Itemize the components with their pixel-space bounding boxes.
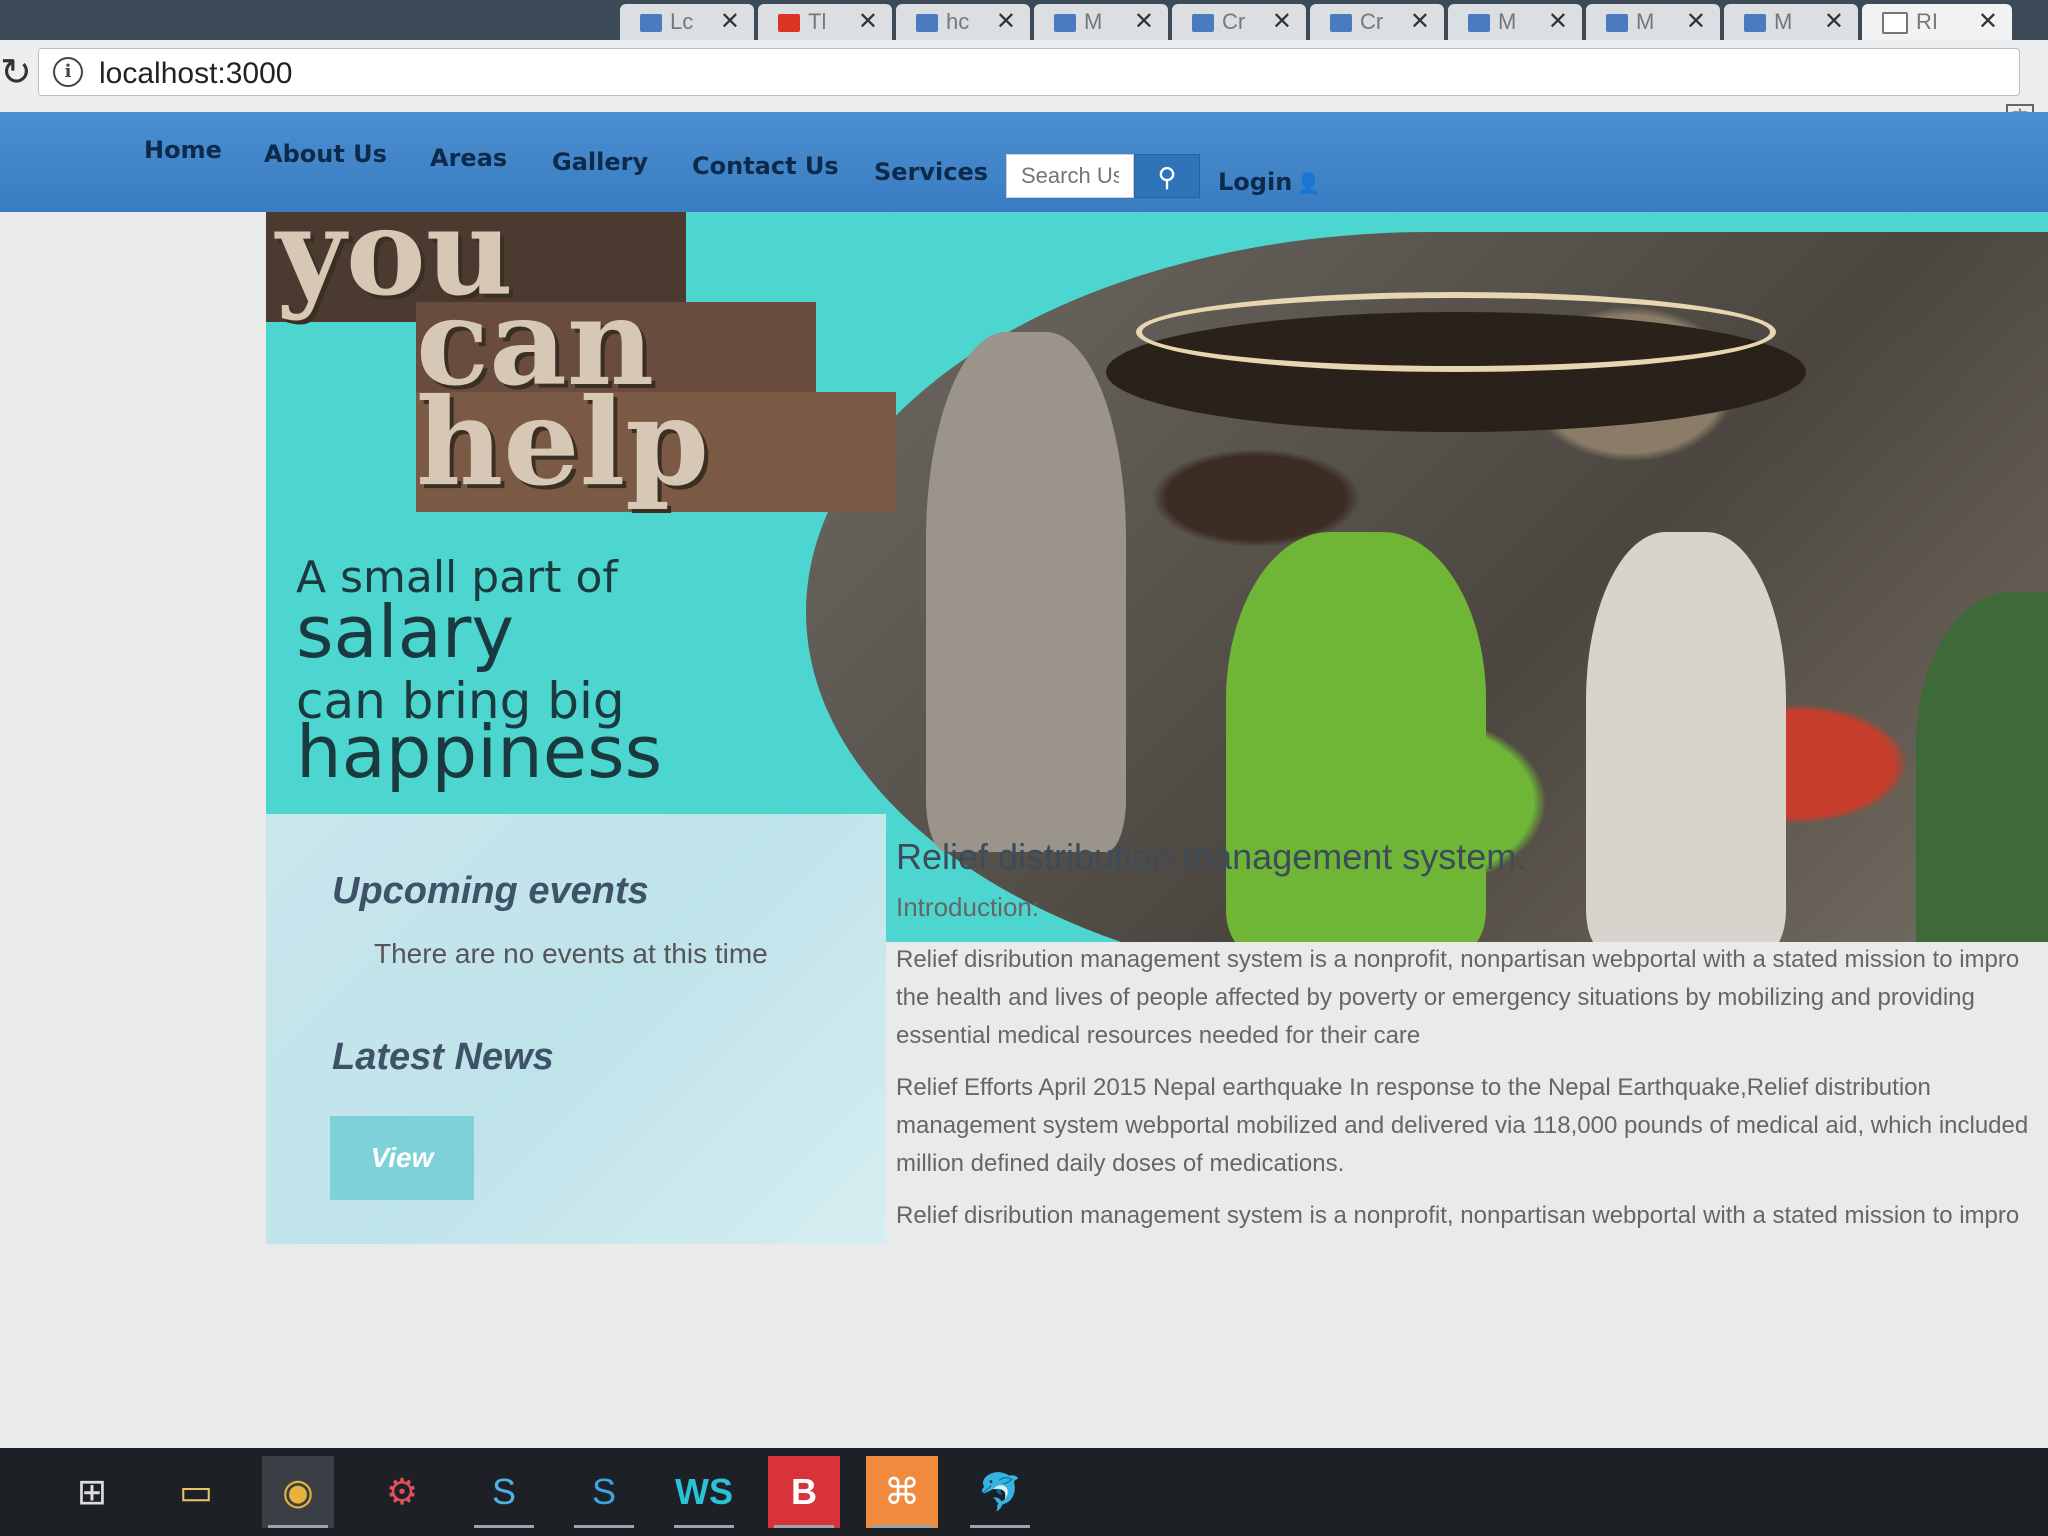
browser-tab[interactable]: M ✕ bbox=[1448, 4, 1582, 40]
mysql-icon bbox=[1192, 14, 1214, 33]
browser-tab-strip: Lc ✕ Tl ✕ hc ✕ M ✕ Cr ✕ Cr ✕ M ✕ M ✕ M ✕ RI ✕ bbox=[0, 0, 2048, 40]
browser-tab[interactable]: Lc ✕ bbox=[620, 4, 754, 40]
webstorm-icon[interactable]: WS bbox=[668, 1456, 740, 1528]
browser-tab[interactable]: RI ✕ bbox=[1862, 4, 2012, 40]
nav-areas[interactable]: Areas bbox=[430, 144, 507, 172]
latest-news-heading: Latest News bbox=[332, 1036, 554, 1078]
close-icon[interactable]: ✕ bbox=[1272, 4, 1292, 40]
upcoming-events-heading: Upcoming events bbox=[332, 870, 649, 912]
search-button[interactable]: ⚲ bbox=[1134, 154, 1200, 198]
paragraph-line: Relief Efforts April 2015 Nepal earthqua… bbox=[896, 1074, 1931, 1101]
settings-app-icon[interactable]: ⚙ bbox=[366, 1456, 438, 1528]
chrome-icon[interactable]: ◉ bbox=[262, 1456, 334, 1528]
browser-tab[interactable]: M ✕ bbox=[1034, 4, 1168, 40]
tagline-line: happiness bbox=[296, 710, 663, 794]
brackets-icon[interactable]: B bbox=[768, 1456, 840, 1528]
paragraph-line: the health and lives of people affected … bbox=[896, 984, 1975, 1011]
paragraph-line: Relief disribution management system is … bbox=[896, 1202, 2020, 1229]
mysql-icon bbox=[1606, 14, 1628, 33]
mysql-icon bbox=[1744, 14, 1766, 33]
sidebar-panel: Upcoming events There are no events at t… bbox=[266, 814, 886, 1244]
browser-tab[interactable]: Cr ✕ bbox=[1172, 4, 1306, 40]
close-icon[interactable]: ✕ bbox=[996, 4, 1016, 40]
browser-tab[interactable]: M ✕ bbox=[1724, 4, 1858, 40]
paragraph-line: essential medical resources needed for t… bbox=[896, 1022, 1421, 1049]
document-icon bbox=[1882, 12, 1908, 35]
browser-tab[interactable]: Cr ✕ bbox=[1310, 4, 1444, 40]
mysql-icon bbox=[1054, 14, 1076, 33]
mysql-workbench-icon[interactable]: 🐬 bbox=[964, 1456, 1036, 1528]
skype-business-icon[interactable]: S bbox=[568, 1456, 640, 1528]
close-icon[interactable]: ✕ bbox=[1824, 4, 1844, 40]
browser-tab[interactable]: M ✕ bbox=[1586, 4, 1720, 40]
close-icon[interactable]: ✕ bbox=[1548, 4, 1568, 40]
close-icon[interactable]: ✕ bbox=[1686, 4, 1706, 40]
info-icon[interactable]: i bbox=[53, 57, 83, 87]
site-navbar: Home About Us Areas Gallery Contact Us S… bbox=[0, 112, 2048, 212]
close-icon[interactable]: ✕ bbox=[720, 4, 740, 40]
nav-gallery[interactable]: Gallery bbox=[552, 148, 648, 176]
paragraph: Relief Efforts April 2015 Nepal earthqua… bbox=[896, 1069, 2046, 1183]
url-field[interactable]: i localhost:3000 bbox=[38, 48, 2020, 96]
tab-favicon-icon bbox=[916, 14, 938, 33]
file-explorer-icon[interactable]: ▭ bbox=[160, 1456, 232, 1528]
content-title: Relief distribution management system. bbox=[896, 836, 1527, 877]
sublime-icon[interactable]: ⌘ bbox=[866, 1456, 938, 1528]
hero-logo-word: help bbox=[416, 372, 710, 513]
tagline-line: salary bbox=[296, 590, 514, 674]
intro-label: Introduction: bbox=[896, 892, 1040, 922]
close-icon[interactable]: ✕ bbox=[1410, 4, 1430, 40]
no-events-text: There are no events at this time bbox=[374, 938, 768, 969]
url-text: localhost:3000 bbox=[99, 57, 293, 90]
windows-start-icon[interactable]: ⊞ bbox=[56, 1456, 128, 1528]
youtube-icon bbox=[778, 14, 800, 33]
close-icon[interactable]: ✕ bbox=[1978, 4, 1998, 40]
search-input[interactable] bbox=[1006, 154, 1134, 198]
paragraph-line: million defined daily doses of medicatio… bbox=[896, 1150, 1345, 1177]
browser-tab[interactable]: hc ✕ bbox=[896, 4, 1030, 40]
main-content: Relief distribution management system. I… bbox=[896, 836, 2046, 1249]
nav-home[interactable]: Home bbox=[144, 136, 222, 164]
nav-services[interactable]: Services bbox=[874, 158, 988, 186]
mysql-icon bbox=[1330, 14, 1352, 33]
hero-logo: you can help bbox=[266, 212, 906, 513]
user-icon: 👤 bbox=[1296, 171, 1322, 195]
browser-tab[interactable]: Tl ✕ bbox=[758, 4, 892, 40]
tab-favicon-icon bbox=[640, 14, 662, 33]
paragraph-line: management system webportal mobilized an… bbox=[896, 1112, 2029, 1139]
skype-icon[interactable]: S bbox=[468, 1456, 540, 1528]
nav-contact-us[interactable]: Contact Us bbox=[692, 152, 839, 180]
mysql-icon bbox=[1468, 14, 1490, 33]
nav-about-us[interactable]: About Us bbox=[264, 140, 387, 168]
close-icon[interactable]: ✕ bbox=[858, 4, 878, 40]
reload-icon[interactable]: ↻ bbox=[0, 50, 32, 95]
login-link[interactable]: Login 👤 bbox=[1218, 168, 1321, 196]
view-news-button[interactable]: View bbox=[330, 1116, 474, 1200]
paragraph: Relief disribution management system is … bbox=[896, 941, 2046, 1055]
search-icon: ⚲ bbox=[1157, 162, 1177, 192]
address-bar: ↻ i localhost:3000 bbox=[0, 40, 2048, 109]
paragraph-line: Relief disribution management system is … bbox=[896, 946, 2020, 973]
taskbar: ⊞ ▭ ◉ ⚙ S S WS B ⌘ 🐬 bbox=[0, 1448, 2048, 1536]
close-icon[interactable]: ✕ bbox=[1134, 4, 1154, 40]
paragraph: Relief disribution management system is … bbox=[896, 1197, 2046, 1235]
